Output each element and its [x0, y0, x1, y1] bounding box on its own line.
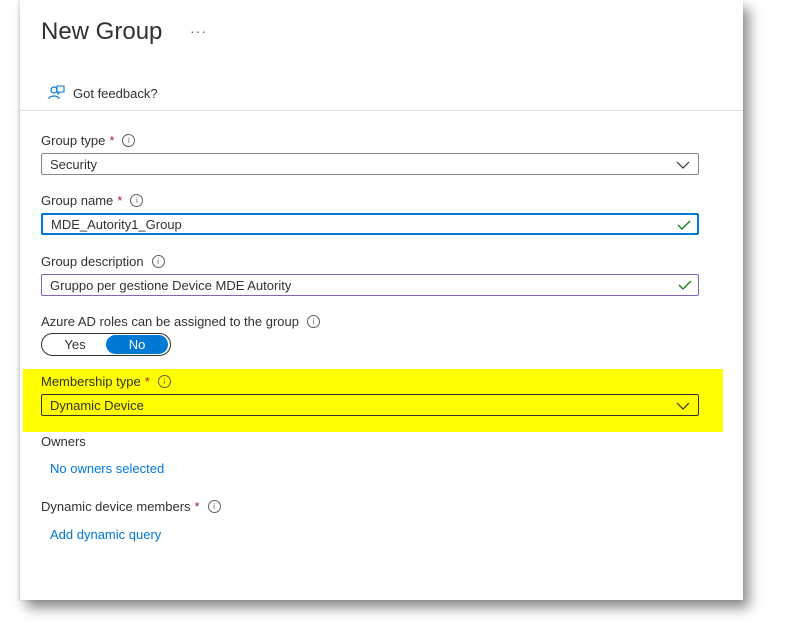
group-name-value: MDE_Autority1_Group — [51, 216, 182, 232]
feedback-icon — [48, 85, 65, 100]
group-description-input[interactable]: Gruppo per gestione Device MDE Autority — [41, 274, 699, 296]
group-description-value: Gruppo per gestione Device MDE Autority — [50, 277, 292, 293]
required-marker: * — [109, 133, 115, 148]
info-icon[interactable]: i — [157, 375, 171, 388]
info-icon[interactable]: i — [122, 134, 136, 147]
toolbar-divider — [20, 110, 743, 111]
owners-label: Owners — [41, 434, 86, 449]
checkmark-icon — [678, 280, 692, 290]
group-type-dropdown[interactable]: Security — [41, 153, 699, 175]
feedback-button[interactable]: Got feedback? — [47, 82, 158, 104]
group-name-label-text: Group name — [41, 193, 114, 208]
membership-type-label: Membership type * i — [41, 374, 171, 389]
required-marker: * — [194, 499, 200, 514]
group-type-value: Security — [50, 156, 97, 172]
azure-roles-label: Azure AD roles can be assigned to the gr… — [41, 314, 320, 329]
checkmark-icon — [677, 220, 691, 230]
page-title: New Group — [41, 18, 163, 45]
dynamic-members-label-text: Dynamic device members — [41, 499, 191, 514]
group-name-label: Group name * i — [41, 193, 144, 208]
feedback-label: Got feedback? — [73, 85, 158, 101]
group-type-label: Group type * i — [41, 133, 136, 148]
required-marker: * — [144, 374, 150, 389]
toggle-yes-option[interactable]: Yes — [44, 335, 106, 354]
info-icon[interactable]: i — [207, 500, 221, 513]
azure-roles-toggle[interactable]: Yes No — [41, 333, 171, 356]
membership-type-dropdown[interactable]: Dynamic Device — [41, 394, 699, 416]
group-name-input[interactable]: MDE_Autority1_Group — [41, 213, 699, 235]
chevron-down-icon — [676, 402, 690, 410]
group-type-label-text: Group type — [41, 133, 106, 148]
add-dynamic-query-link[interactable]: Add dynamic query — [50, 527, 161, 542]
dynamic-members-label: Dynamic device members * i — [41, 499, 221, 514]
group-description-label: Group description i — [41, 254, 165, 269]
toggle-no-option[interactable]: No — [106, 335, 168, 354]
group-description-label-text: Group description — [41, 254, 144, 269]
chevron-down-icon — [676, 161, 690, 169]
more-options-button[interactable]: ··· — [190, 23, 207, 39]
required-marker: * — [117, 193, 123, 208]
no-owners-link[interactable]: No owners selected — [50, 461, 164, 476]
azure-roles-label-text: Azure AD roles can be assigned to the gr… — [41, 314, 299, 329]
info-icon[interactable]: i — [130, 194, 144, 207]
membership-type-value: Dynamic Device — [50, 397, 144, 413]
membership-type-label-text: Membership type — [41, 374, 141, 389]
info-icon[interactable]: i — [307, 315, 320, 328]
owners-label-text: Owners — [41, 434, 86, 449]
info-icon[interactable]: i — [151, 255, 165, 268]
